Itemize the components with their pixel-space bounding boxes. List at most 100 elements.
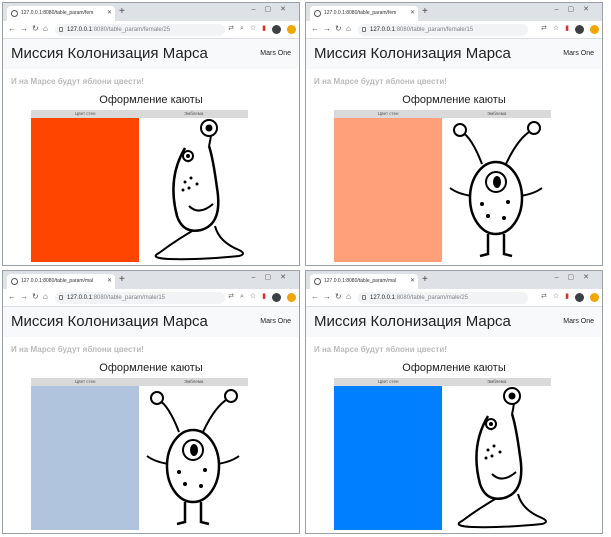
home-icon[interactable]: ⌂	[346, 292, 351, 302]
browser-tab[interactable]: 127.0.0.1:8080/table_param/fem ✕	[310, 6, 418, 21]
star-icon[interactable]: ☆	[250, 292, 256, 302]
toolbar-icons: ⇄ ☆ ▮	[541, 292, 599, 302]
window-controls[interactable]: –▢✕	[555, 273, 598, 281]
forward-icon[interactable]: →	[323, 24, 331, 34]
forward-icon[interactable]: →	[20, 292, 28, 302]
new-tab-button[interactable]: +	[119, 274, 125, 286]
profile-avatar[interactable]	[575, 292, 584, 302]
reload-icon[interactable]: ↻	[32, 292, 39, 302]
browser-tab[interactable]: 127.0.0.1:8080/table_param/mal ✕	[310, 274, 418, 289]
table-header: Цвет стен Эмблема	[31, 110, 248, 118]
window-controls[interactable]: –▢✕	[555, 5, 598, 13]
browser-toolbar: ← → ↻ ⌂ 127.0.0.1:8080/table_param/male/…	[3, 289, 299, 307]
browser-window-2: 127.0.0.1:8080/table_param/fem ✕ + –▢✕ ←…	[305, 2, 603, 266]
tab-title: 127.0.0.1:8080/table_param/fem	[21, 10, 94, 16]
site-navbar: Миссия Колонизация Марса Mars One	[306, 307, 602, 337]
reload-icon[interactable]: ↻	[335, 292, 342, 302]
tab-title: 127.0.0.1:8080/table_param/mal	[324, 278, 396, 284]
extension-icon[interactable]: ▮	[262, 292, 266, 302]
home-icon[interactable]: ⌂	[43, 24, 48, 34]
tab-bar: 127.0.0.1:8080/table_param/fem ✕ + –▢✕	[3, 3, 299, 21]
cabin-table: Цвет стен Эмблема	[31, 378, 248, 530]
cabin-table: Цвет стен Эмблема	[31, 110, 248, 262]
new-tab-button[interactable]: +	[119, 6, 125, 18]
close-tab-icon[interactable]: ✕	[410, 9, 415, 16]
back-icon[interactable]: ←	[311, 292, 319, 302]
menu-icon[interactable]	[287, 292, 296, 302]
zoom-icon[interactable]: ⌕	[240, 24, 244, 34]
home-icon[interactable]: ⌂	[43, 292, 48, 302]
user-label: Mars One	[260, 318, 291, 325]
url-host: 127.0.0.1	[67, 295, 93, 301]
address-bar[interactable]: 127.0.0.1:8080/table_param/female/25	[55, 24, 225, 36]
window-controls[interactable]: –▢✕	[252, 273, 295, 281]
url-host: 127.0.0.1	[370, 295, 396, 301]
new-tab-button[interactable]: +	[422, 274, 428, 286]
globe-icon	[314, 278, 321, 285]
window-controls[interactable]: –▢✕	[252, 5, 295, 13]
star-icon[interactable]: ☆	[553, 24, 559, 34]
browser-toolbar: ← → ↻ ⌂ 127.0.0.1:8080/table_param/femal…	[3, 21, 299, 39]
wall-color-swatch	[31, 118, 139, 262]
info-icon[interactable]	[59, 27, 63, 32]
back-icon[interactable]: ←	[8, 292, 16, 302]
header-emblem: Эмблема	[184, 111, 204, 116]
tab-bar: 127.0.0.1:8080/table_param/mal ✕ + –▢✕	[3, 271, 299, 289]
info-icon[interactable]	[59, 295, 63, 300]
translate-icon[interactable]: ⇄	[228, 292, 234, 302]
browser-tab[interactable]: 127.0.0.1:8080/table_param/fem ✕	[7, 6, 115, 21]
zoom-icon[interactable]: ⌕	[240, 292, 244, 302]
url-path: :8080/table_param/male/25	[395, 295, 469, 301]
info-icon[interactable]	[362, 27, 366, 32]
close-tab-icon[interactable]: ✕	[107, 9, 112, 16]
close-tab-icon[interactable]: ✕	[107, 277, 112, 284]
globe-icon	[11, 10, 18, 17]
translate-icon[interactable]: ⇄	[228, 24, 234, 34]
browser-window-4: 127.0.0.1:8080/table_param/mal ✕ + –▢✕ ←…	[305, 270, 603, 534]
toolbar-icons: ⇄ ⌕ ☆ ▮	[228, 24, 296, 34]
site-title[interactable]: Миссия Колонизация Марса	[314, 313, 511, 330]
new-tab-button[interactable]: +	[422, 6, 428, 18]
tab-bar: 127.0.0.1:8080/table_param/fem ✕ + –▢✕	[306, 3, 602, 21]
translate-icon[interactable]: ⇄	[541, 292, 547, 302]
extension-icon[interactable]: ▮	[565, 24, 569, 34]
toolbar-icons: ⇄ ☆ ▮	[541, 24, 599, 34]
star-icon[interactable]: ☆	[250, 24, 256, 34]
forward-icon[interactable]: →	[323, 292, 331, 302]
reload-icon[interactable]: ↻	[32, 24, 39, 34]
forward-icon[interactable]: →	[20, 24, 28, 34]
url-path: :8080/table_param/female/15	[395, 27, 474, 33]
profile-avatar[interactable]	[272, 24, 281, 34]
menu-icon[interactable]	[590, 24, 599, 34]
extension-icon[interactable]: ▮	[262, 24, 266, 34]
section-title: Оформление каюты	[99, 362, 203, 374]
close-tab-icon[interactable]: ✕	[410, 277, 415, 284]
menu-icon[interactable]	[590, 292, 599, 302]
browser-tab[interactable]: 127.0.0.1:8080/table_param/mal ✕	[7, 274, 115, 289]
motto: И на Марсе будут яблони цвести!	[11, 77, 144, 86]
address-bar[interactable]: 127.0.0.1:8080/table_param/male/15	[55, 292, 225, 304]
tab-title: 127.0.0.1:8080/table_param/fem	[324, 10, 397, 16]
table-header: Цвет стен Эмблема	[31, 378, 248, 386]
home-icon[interactable]: ⌂	[346, 24, 351, 34]
star-icon[interactable]: ☆	[553, 292, 559, 302]
reload-icon[interactable]: ↻	[335, 24, 342, 34]
section-title: Оформление каюты	[99, 94, 203, 106]
site-title[interactable]: Миссия Колонизация Марса	[11, 45, 208, 62]
site-title[interactable]: Миссия Колонизация Марса	[11, 313, 208, 330]
info-icon[interactable]	[362, 295, 366, 300]
profile-avatar[interactable]	[575, 24, 584, 34]
back-icon[interactable]: ←	[311, 24, 319, 34]
translate-icon[interactable]: ⇄	[541, 24, 547, 34]
user-label: Mars One	[563, 50, 594, 57]
site-title[interactable]: Миссия Колонизация Марса	[314, 45, 511, 62]
profile-avatar[interactable]	[272, 292, 281, 302]
menu-icon[interactable]	[287, 24, 296, 34]
address-bar[interactable]: 127.0.0.1:8080/table_param/female/15	[358, 24, 528, 36]
back-icon[interactable]: ←	[8, 24, 16, 34]
cabin-table: Цвет стен Эмблема	[334, 110, 551, 262]
extension-icon[interactable]: ▮	[565, 292, 569, 302]
address-bar[interactable]: 127.0.0.1:8080/table_param/male/25	[358, 292, 528, 304]
browser-toolbar: ← → ↻ ⌂ 127.0.0.1:8080/table_param/femal…	[306, 21, 602, 39]
table-row	[31, 386, 248, 530]
